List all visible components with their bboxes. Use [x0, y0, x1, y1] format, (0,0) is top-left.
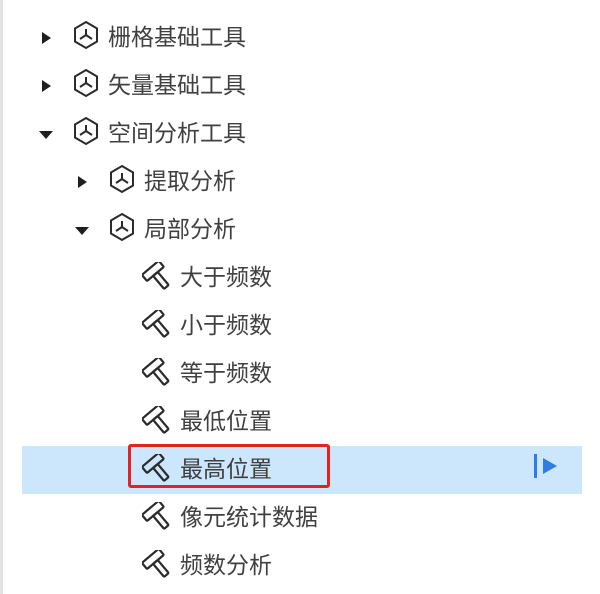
tree-item-cell-statistics[interactable]: 像元统计数据 — [0, 494, 600, 542]
toolbox-icon — [72, 116, 100, 146]
tree-item-label: 矢量基础工具 — [108, 73, 246, 99]
tree-item-label: 栅格基础工具 — [108, 25, 246, 51]
tree-item-greater-than-frequency[interactable]: 大于频数 — [0, 254, 600, 302]
tree-item-frequency-analysis[interactable]: 频数分析 — [0, 542, 600, 590]
toolbox-icon — [108, 164, 136, 194]
caret-right-icon[interactable] — [36, 76, 56, 96]
hammer-icon — [142, 310, 174, 340]
toolbox-tree: 栅格基础工具 矢量基础工具 空间分析工具 提取分析 局部分析 大于频数 小于频数… — [0, 0, 600, 594]
tree-item-lowest-position[interactable]: 最低位置 — [0, 398, 600, 446]
hammer-icon — [142, 550, 174, 580]
toolbox-icon — [72, 68, 100, 98]
tree-item-label: 等于频数 — [180, 361, 272, 387]
caret-down-icon[interactable] — [36, 124, 56, 144]
tree-item-label: 像元统计数据 — [180, 505, 318, 531]
tree-item-label: 最低位置 — [180, 409, 272, 435]
tree-item-local-analysis[interactable]: 局部分析 — [0, 206, 600, 254]
tree-item-label: 提取分析 — [144, 169, 236, 195]
hammer-icon — [142, 262, 174, 292]
tree-item-label: 小于频数 — [180, 313, 272, 339]
toolbox-icon — [72, 20, 100, 50]
caret-right-icon[interactable] — [36, 28, 56, 48]
tree-item-raster-basic-tools[interactable]: 栅格基础工具 — [0, 14, 600, 62]
tree-item-label: 局部分析 — [144, 217, 236, 243]
tree-item-label: 空间分析工具 — [108, 121, 246, 147]
caret-down-icon[interactable] — [72, 220, 92, 240]
tree-item-less-than-frequency[interactable]: 小于频数 — [0, 302, 600, 350]
tree-item-label: 大于频数 — [180, 265, 272, 291]
tree-item-vector-basic-tools[interactable]: 矢量基础工具 — [0, 62, 600, 110]
tree-item-label: 频数分析 — [180, 553, 272, 579]
tree-item-extraction-analysis[interactable]: 提取分析 — [0, 158, 600, 206]
run-tool-button[interactable] — [530, 452, 562, 480]
run-icon — [534, 454, 557, 478]
hammer-icon — [142, 358, 174, 388]
caret-right-icon[interactable] — [72, 172, 92, 192]
toolbox-icon — [112, 588, 132, 594]
hammer-icon — [142, 502, 174, 532]
tree-item-equal-to-frequency[interactable]: 等于频数 — [0, 350, 600, 398]
toolbox-icon — [108, 212, 136, 242]
hammer-icon — [142, 406, 174, 436]
annotation-highlight-box — [128, 444, 330, 488]
tree-item-spatial-analysis-tools[interactable]: 空间分析工具 — [0, 110, 600, 158]
